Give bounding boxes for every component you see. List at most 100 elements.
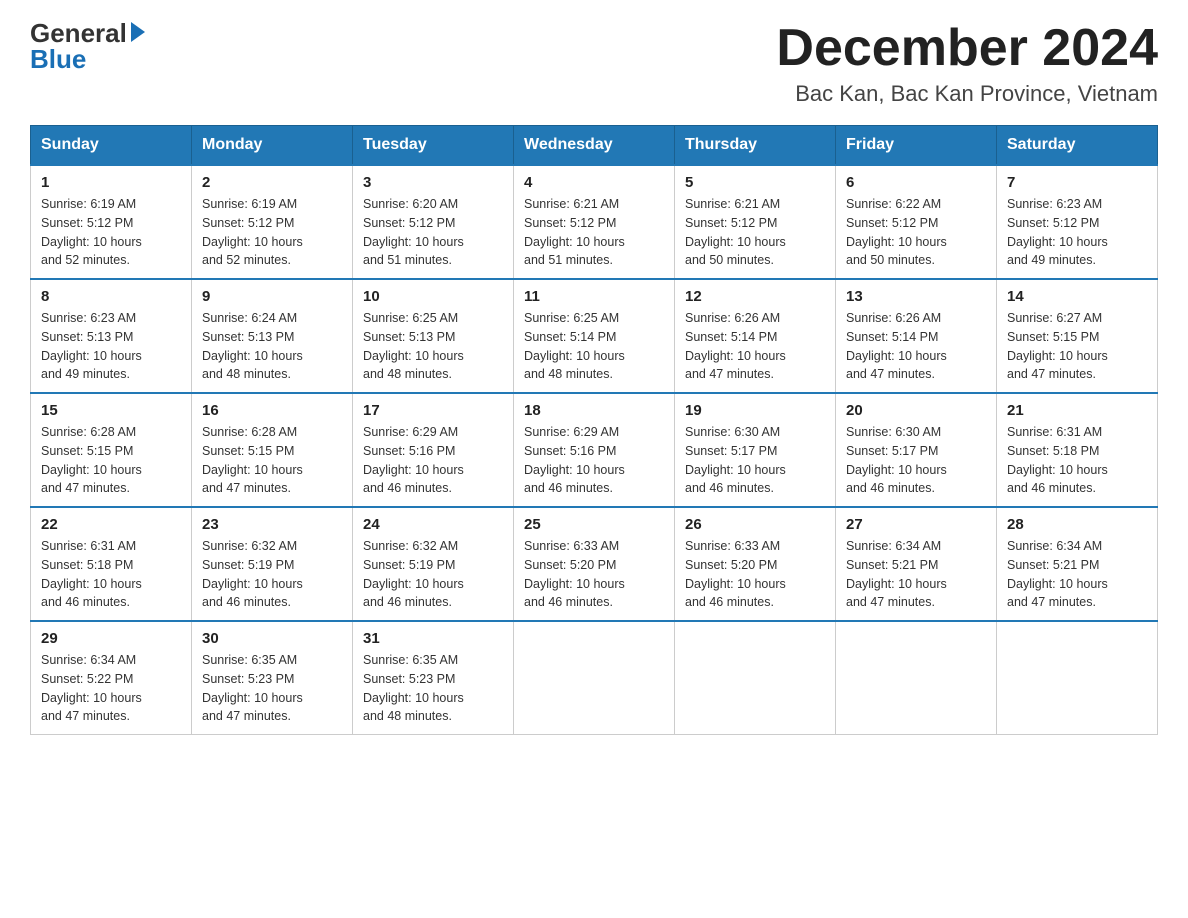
calendar-cell: 8 Sunrise: 6:23 AMSunset: 5:13 PMDayligh… bbox=[31, 279, 192, 393]
day-number: 2 bbox=[202, 174, 342, 191]
day-info: Sunrise: 6:31 AMSunset: 5:18 PMDaylight:… bbox=[1007, 423, 1147, 498]
calendar-cell bbox=[675, 621, 836, 735]
logo: General Blue bbox=[30, 20, 145, 72]
day-number: 29 bbox=[41, 630, 181, 647]
day-number: 11 bbox=[524, 288, 664, 305]
day-info: Sunrise: 6:34 AMSunset: 5:22 PMDaylight:… bbox=[41, 651, 181, 726]
day-info: Sunrise: 6:32 AMSunset: 5:19 PMDaylight:… bbox=[363, 537, 503, 612]
day-number: 13 bbox=[846, 288, 986, 305]
day-number: 1 bbox=[41, 174, 181, 191]
day-info: Sunrise: 6:26 AMSunset: 5:14 PMDaylight:… bbox=[685, 309, 825, 384]
day-number: 3 bbox=[363, 174, 503, 191]
calendar-cell: 7 Sunrise: 6:23 AMSunset: 5:12 PMDayligh… bbox=[997, 165, 1158, 279]
day-info: Sunrise: 6:28 AMSunset: 5:15 PMDaylight:… bbox=[41, 423, 181, 498]
logo-general-text: General bbox=[30, 20, 127, 46]
day-number: 28 bbox=[1007, 516, 1147, 533]
calendar-cell: 12 Sunrise: 6:26 AMSunset: 5:14 PMDaylig… bbox=[675, 279, 836, 393]
day-info: Sunrise: 6:35 AMSunset: 5:23 PMDaylight:… bbox=[202, 651, 342, 726]
calendar-header-thursday: Thursday bbox=[675, 126, 836, 166]
calendar-cell: 9 Sunrise: 6:24 AMSunset: 5:13 PMDayligh… bbox=[192, 279, 353, 393]
calendar-cell: 16 Sunrise: 6:28 AMSunset: 5:15 PMDaylig… bbox=[192, 393, 353, 507]
day-info: Sunrise: 6:23 AMSunset: 5:13 PMDaylight:… bbox=[41, 309, 181, 384]
calendar-cell: 27 Sunrise: 6:34 AMSunset: 5:21 PMDaylig… bbox=[836, 507, 997, 621]
day-number: 17 bbox=[363, 402, 503, 419]
calendar-cell: 15 Sunrise: 6:28 AMSunset: 5:15 PMDaylig… bbox=[31, 393, 192, 507]
day-info: Sunrise: 6:32 AMSunset: 5:19 PMDaylight:… bbox=[202, 537, 342, 612]
day-number: 8 bbox=[41, 288, 181, 305]
day-number: 6 bbox=[846, 174, 986, 191]
logo-blue-text: Blue bbox=[30, 46, 86, 72]
day-info: Sunrise: 6:25 AMSunset: 5:14 PMDaylight:… bbox=[524, 309, 664, 384]
calendar-header-monday: Monday bbox=[192, 126, 353, 166]
day-info: Sunrise: 6:33 AMSunset: 5:20 PMDaylight:… bbox=[524, 537, 664, 612]
day-info: Sunrise: 6:34 AMSunset: 5:21 PMDaylight:… bbox=[1007, 537, 1147, 612]
calendar-cell: 18 Sunrise: 6:29 AMSunset: 5:16 PMDaylig… bbox=[514, 393, 675, 507]
calendar-cell: 22 Sunrise: 6:31 AMSunset: 5:18 PMDaylig… bbox=[31, 507, 192, 621]
logo-triangle-icon bbox=[131, 22, 145, 42]
title-area: December 2024 Bac Kan, Bac Kan Province,… bbox=[776, 20, 1158, 107]
day-number: 10 bbox=[363, 288, 503, 305]
calendar-cell: 5 Sunrise: 6:21 AMSunset: 5:12 PMDayligh… bbox=[675, 165, 836, 279]
page-header: General Blue December 2024 Bac Kan, Bac … bbox=[30, 20, 1158, 107]
day-info: Sunrise: 6:28 AMSunset: 5:15 PMDaylight:… bbox=[202, 423, 342, 498]
calendar-cell: 13 Sunrise: 6:26 AMSunset: 5:14 PMDaylig… bbox=[836, 279, 997, 393]
calendar-cell: 19 Sunrise: 6:30 AMSunset: 5:17 PMDaylig… bbox=[675, 393, 836, 507]
page-subtitle: Bac Kan, Bac Kan Province, Vietnam bbox=[776, 81, 1158, 107]
calendar-cell: 31 Sunrise: 6:35 AMSunset: 5:23 PMDaylig… bbox=[353, 621, 514, 735]
calendar-cell: 14 Sunrise: 6:27 AMSunset: 5:15 PMDaylig… bbox=[997, 279, 1158, 393]
calendar-cell: 3 Sunrise: 6:20 AMSunset: 5:12 PMDayligh… bbox=[353, 165, 514, 279]
day-info: Sunrise: 6:26 AMSunset: 5:14 PMDaylight:… bbox=[846, 309, 986, 384]
calendar-cell: 23 Sunrise: 6:32 AMSunset: 5:19 PMDaylig… bbox=[192, 507, 353, 621]
page-title: December 2024 bbox=[776, 20, 1158, 77]
calendar-cell: 28 Sunrise: 6:34 AMSunset: 5:21 PMDaylig… bbox=[997, 507, 1158, 621]
day-info: Sunrise: 6:21 AMSunset: 5:12 PMDaylight:… bbox=[524, 195, 664, 270]
day-number: 5 bbox=[685, 174, 825, 191]
day-info: Sunrise: 6:23 AMSunset: 5:12 PMDaylight:… bbox=[1007, 195, 1147, 270]
day-number: 16 bbox=[202, 402, 342, 419]
day-number: 23 bbox=[202, 516, 342, 533]
day-number: 24 bbox=[363, 516, 503, 533]
day-info: Sunrise: 6:30 AMSunset: 5:17 PMDaylight:… bbox=[685, 423, 825, 498]
day-info: Sunrise: 6:24 AMSunset: 5:13 PMDaylight:… bbox=[202, 309, 342, 384]
calendar-cell: 11 Sunrise: 6:25 AMSunset: 5:14 PMDaylig… bbox=[514, 279, 675, 393]
day-info: Sunrise: 6:29 AMSunset: 5:16 PMDaylight:… bbox=[363, 423, 503, 498]
calendar-cell: 10 Sunrise: 6:25 AMSunset: 5:13 PMDaylig… bbox=[353, 279, 514, 393]
calendar-cell: 21 Sunrise: 6:31 AMSunset: 5:18 PMDaylig… bbox=[997, 393, 1158, 507]
day-number: 25 bbox=[524, 516, 664, 533]
day-number: 18 bbox=[524, 402, 664, 419]
day-info: Sunrise: 6:33 AMSunset: 5:20 PMDaylight:… bbox=[685, 537, 825, 612]
day-info: Sunrise: 6:21 AMSunset: 5:12 PMDaylight:… bbox=[685, 195, 825, 270]
day-number: 22 bbox=[41, 516, 181, 533]
day-number: 15 bbox=[41, 402, 181, 419]
calendar-cell bbox=[836, 621, 997, 735]
calendar-cell: 1 Sunrise: 6:19 AMSunset: 5:12 PMDayligh… bbox=[31, 165, 192, 279]
day-number: 12 bbox=[685, 288, 825, 305]
calendar-cell: 24 Sunrise: 6:32 AMSunset: 5:19 PMDaylig… bbox=[353, 507, 514, 621]
calendar-cell bbox=[997, 621, 1158, 735]
day-number: 9 bbox=[202, 288, 342, 305]
calendar-cell: 29 Sunrise: 6:34 AMSunset: 5:22 PMDaylig… bbox=[31, 621, 192, 735]
calendar-cell: 25 Sunrise: 6:33 AMSunset: 5:20 PMDaylig… bbox=[514, 507, 675, 621]
day-number: 14 bbox=[1007, 288, 1147, 305]
day-number: 26 bbox=[685, 516, 825, 533]
day-info: Sunrise: 6:22 AMSunset: 5:12 PMDaylight:… bbox=[846, 195, 986, 270]
week-row-4: 22 Sunrise: 6:31 AMSunset: 5:18 PMDaylig… bbox=[31, 507, 1158, 621]
calendar-cell: 6 Sunrise: 6:22 AMSunset: 5:12 PMDayligh… bbox=[836, 165, 997, 279]
day-number: 27 bbox=[846, 516, 986, 533]
calendar-header-friday: Friday bbox=[836, 126, 997, 166]
calendar-header-tuesday: Tuesday bbox=[353, 126, 514, 166]
day-number: 30 bbox=[202, 630, 342, 647]
calendar-cell: 30 Sunrise: 6:35 AMSunset: 5:23 PMDaylig… bbox=[192, 621, 353, 735]
day-info: Sunrise: 6:27 AMSunset: 5:15 PMDaylight:… bbox=[1007, 309, 1147, 384]
calendar-header-wednesday: Wednesday bbox=[514, 126, 675, 166]
day-info: Sunrise: 6:30 AMSunset: 5:17 PMDaylight:… bbox=[846, 423, 986, 498]
day-info: Sunrise: 6:19 AMSunset: 5:12 PMDaylight:… bbox=[41, 195, 181, 270]
calendar-cell: 20 Sunrise: 6:30 AMSunset: 5:17 PMDaylig… bbox=[836, 393, 997, 507]
calendar-cell: 2 Sunrise: 6:19 AMSunset: 5:12 PMDayligh… bbox=[192, 165, 353, 279]
calendar-header-saturday: Saturday bbox=[997, 126, 1158, 166]
calendar-header-row: SundayMondayTuesdayWednesdayThursdayFrid… bbox=[31, 126, 1158, 166]
week-row-2: 8 Sunrise: 6:23 AMSunset: 5:13 PMDayligh… bbox=[31, 279, 1158, 393]
week-row-1: 1 Sunrise: 6:19 AMSunset: 5:12 PMDayligh… bbox=[31, 165, 1158, 279]
calendar-cell: 26 Sunrise: 6:33 AMSunset: 5:20 PMDaylig… bbox=[675, 507, 836, 621]
week-row-3: 15 Sunrise: 6:28 AMSunset: 5:15 PMDaylig… bbox=[31, 393, 1158, 507]
